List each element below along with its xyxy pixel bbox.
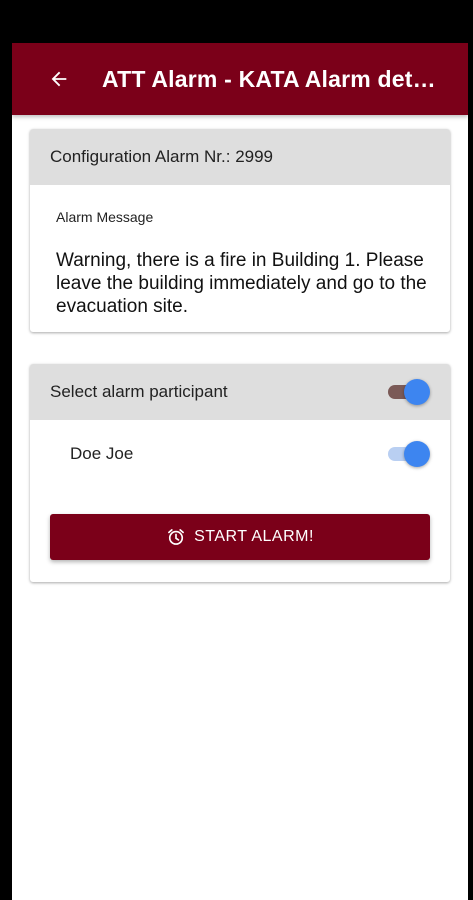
status-bar: [0, 0, 473, 43]
start-alarm-button[interactable]: START ALARM!: [50, 514, 430, 560]
message-text: Warning, there is a fire in Building 1. …: [56, 250, 427, 317]
app-bar: ATT Alarm - KATA Alarm det…: [12, 43, 468, 115]
participants-header-label: Select alarm participant: [50, 382, 228, 401]
config-header: Configuration Alarm Nr.: 2999: [30, 129, 450, 185]
back-button[interactable]: [44, 64, 74, 94]
participants-card: Select alarm participant Doe Joe START A…: [30, 364, 450, 582]
message-label: Alarm Message: [56, 209, 154, 225]
participants-header: Select alarm participant: [30, 364, 450, 420]
content-area: Configuration Alarm Nr.: 2999 Alarm Mess…: [12, 115, 468, 582]
select-all-toggle[interactable]: [386, 379, 430, 405]
start-button-container: START ALARM!: [30, 488, 450, 582]
device-frame-left: [0, 0, 12, 900]
alarm-clock-icon: [166, 527, 186, 547]
app-screen: ATT Alarm - KATA Alarm det… Configuratio…: [12, 43, 468, 900]
toggle-thumb: [404, 379, 430, 405]
participant-name: Doe Joe: [70, 444, 134, 463]
toggle-thumb: [404, 441, 430, 467]
start-alarm-label: START ALARM!: [194, 528, 314, 545]
device-frame-right: [468, 0, 473, 900]
alarm-config-card: Configuration Alarm Nr.: 2999 Alarm Mess…: [30, 129, 450, 332]
page-title: ATT Alarm - KATA Alarm det…: [102, 65, 436, 92]
participant-row: Doe Joe: [30, 420, 450, 488]
participant-toggle[interactable]: [386, 441, 430, 467]
arrow-left-icon: [51, 71, 67, 87]
